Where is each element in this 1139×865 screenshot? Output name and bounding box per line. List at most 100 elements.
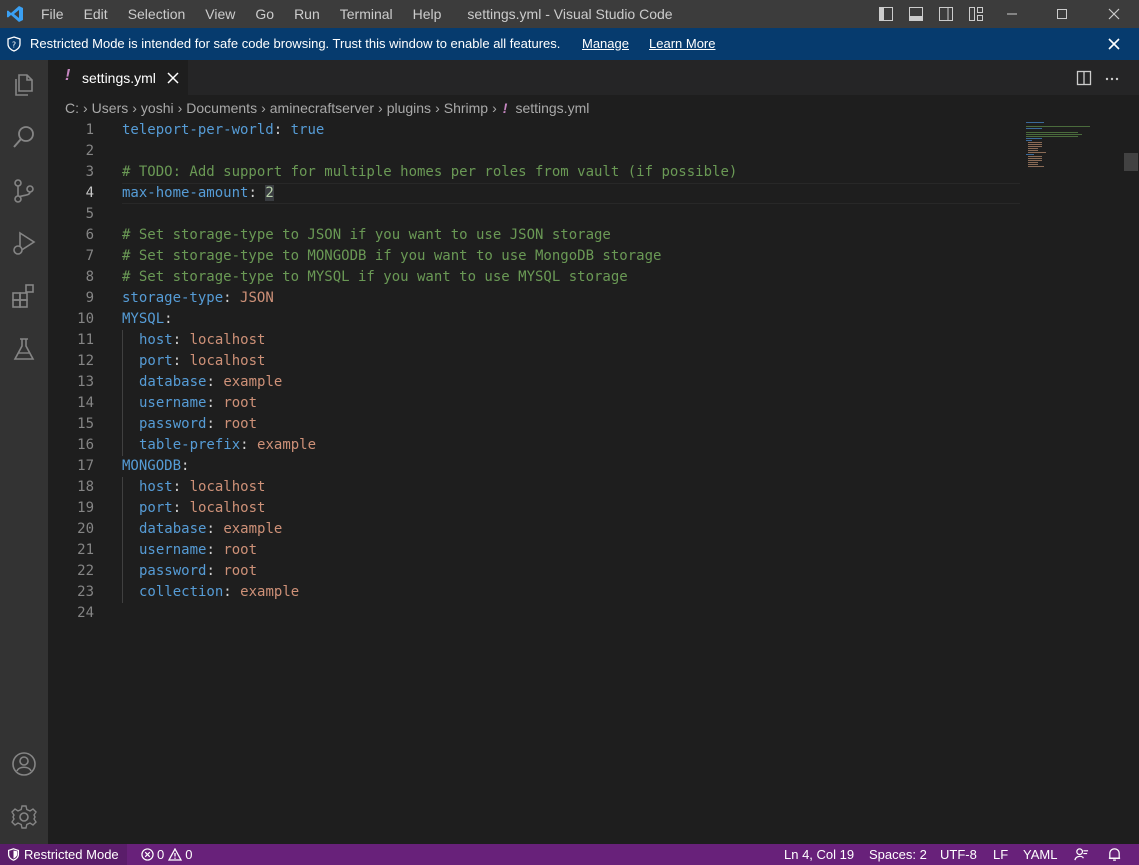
breadcrumb: C: › Users › yoshi › Documents › aminecrafts… [48,97,1065,119]
indentation[interactable]: Spaces: 2 [869,844,927,865]
code-line: 21 username: root [48,540,1139,561]
breadcrumb-item[interactable]: Users [92,100,129,116]
minimap[interactable] [1026,120,1106,170]
chevron-right-icon: › [492,100,497,116]
minimize-button[interactable] [989,0,1035,28]
language-mode[interactable]: YAML [1023,844,1057,865]
cursor-position[interactable]: Ln 4, Col 19 [784,844,854,865]
close-icon [1108,8,1120,20]
menu-view[interactable]: View [195,0,245,28]
code-content: host: localhost [122,477,265,498]
accounts-icon [12,752,36,776]
line-number: 22 [77,563,94,579]
title-bar: File Edit Selection View Go Run Terminal… [0,0,1139,28]
encoding[interactable]: UTF-8 [940,844,977,865]
breadcrumb-item[interactable]: yoshi [141,100,174,116]
chevron-right-icon: › [132,100,137,116]
code-line: 3 # TODO: Add support for multiple homes … [48,162,1139,183]
breadcrumb-item[interactable]: plugins [387,100,431,116]
layout-icon [969,7,983,21]
search-button[interactable] [8,121,40,153]
warning-count: 0 [185,847,193,862]
chevron-right-icon: › [177,100,183,116]
toggle-secondary-sidebar-button[interactable] [934,0,958,28]
run-debug-icon [13,231,36,255]
maximize-icon [1057,9,1067,19]
line-number: 13 [77,374,94,390]
chevron-right-icon: › [261,100,266,116]
line-number: 20 [77,521,94,537]
restricted-mode-indicator[interactable]: Restricted Mode [0,844,127,865]
manage-link[interactable]: Manage [582,28,629,60]
minimize-icon [1007,13,1017,15]
code-content: host: localhost [122,330,265,351]
line-number: 14 [77,395,94,411]
sidebar-left-icon [879,7,893,21]
run-debug-button[interactable] [8,227,40,259]
maximize-button[interactable] [1039,0,1085,28]
menu-run[interactable]: Run [284,0,330,28]
breadcrumb-item[interactable]: Shrimp [444,100,488,116]
breadcrumb-item[interactable]: aminecraftserver [270,100,374,116]
sidebar-right-icon [939,7,953,21]
code-line: 16 table-prefix: example [48,435,1139,456]
menu-selection[interactable]: Selection [118,0,196,28]
split-editor-button[interactable] [1074,68,1094,88]
menu-edit[interactable]: Edit [74,0,118,28]
accounts-button[interactable] [8,748,40,780]
notifications-button[interactable] [1107,847,1122,862]
feedback-icon [1074,848,1089,861]
tab-settings-yml[interactable]: ! settings.yml [48,60,188,96]
tab-close-icon[interactable] [166,71,180,85]
menu-go[interactable]: Go [245,0,284,28]
toggle-primary-sidebar-button[interactable] [874,0,898,28]
vertical-scrollbar[interactable] [1124,153,1138,171]
testing-button[interactable] [8,333,40,365]
line-number: 24 [77,605,94,621]
restricted-mode-banner: ? Restricted Mode is intended for safe c… [0,28,1139,60]
restricted-mode-label: Restricted Mode [24,847,119,862]
line-number: 7 [85,248,94,264]
error-icon [141,848,154,861]
extensions-button[interactable] [8,280,40,312]
chevron-right-icon: › [83,100,88,116]
close-window-button[interactable] [1091,0,1137,28]
code-line: 13 database: example [48,372,1139,393]
menu-bar: File Edit Selection View Go Run Terminal… [31,0,451,28]
toggle-panel-button[interactable] [904,0,928,28]
explorer-icon [15,74,33,96]
manage-button[interactable] [8,801,40,833]
code-editor[interactable]: 1 teleport-per-world: true 2 3 # TODO: Add… [48,120,1139,844]
layout-controls [874,0,988,28]
line-number: 2 [85,143,94,159]
banner-close-icon[interactable] [1105,35,1123,53]
code-line: 6 # Set storage-type to JSON if you want … [48,225,1139,246]
explorer-button[interactable] [8,68,40,100]
menu-terminal[interactable]: Terminal [330,0,403,28]
line-number: 6 [85,227,94,243]
vscode-logo-icon [7,6,23,22]
code-line: 2 [48,141,1139,162]
breadcrumb-item[interactable]: settings.yml [515,100,589,116]
menu-file[interactable]: File [31,0,74,28]
code-content: MONGODB: [122,458,190,474]
code-line: 1 teleport-per-world: true [48,120,1139,141]
shield-icon [7,848,20,861]
feedback-button[interactable] [1074,847,1089,862]
more-actions-icon [1105,77,1119,81]
breadcrumb-item[interactable]: C: [65,100,79,116]
code-content: port: localhost [122,498,265,519]
code-content: port: localhost [122,351,265,372]
problems-indicator[interactable]: 0 0 [141,844,192,865]
learn-more-link[interactable]: Learn More [649,28,715,60]
more-actions-button[interactable] [1102,68,1122,88]
code-line: 20 database: example [48,519,1139,540]
activity-bar [0,60,48,844]
shield-icon: ? [7,36,21,52]
breadcrumb-item[interactable]: Documents [186,100,257,116]
source-control-button[interactable] [8,175,40,207]
customize-layout-button[interactable] [964,0,988,28]
end-of-line[interactable]: LF [993,844,1008,865]
selected-token: 2 [265,185,274,201]
yaml-file-icon: ! [502,100,508,116]
